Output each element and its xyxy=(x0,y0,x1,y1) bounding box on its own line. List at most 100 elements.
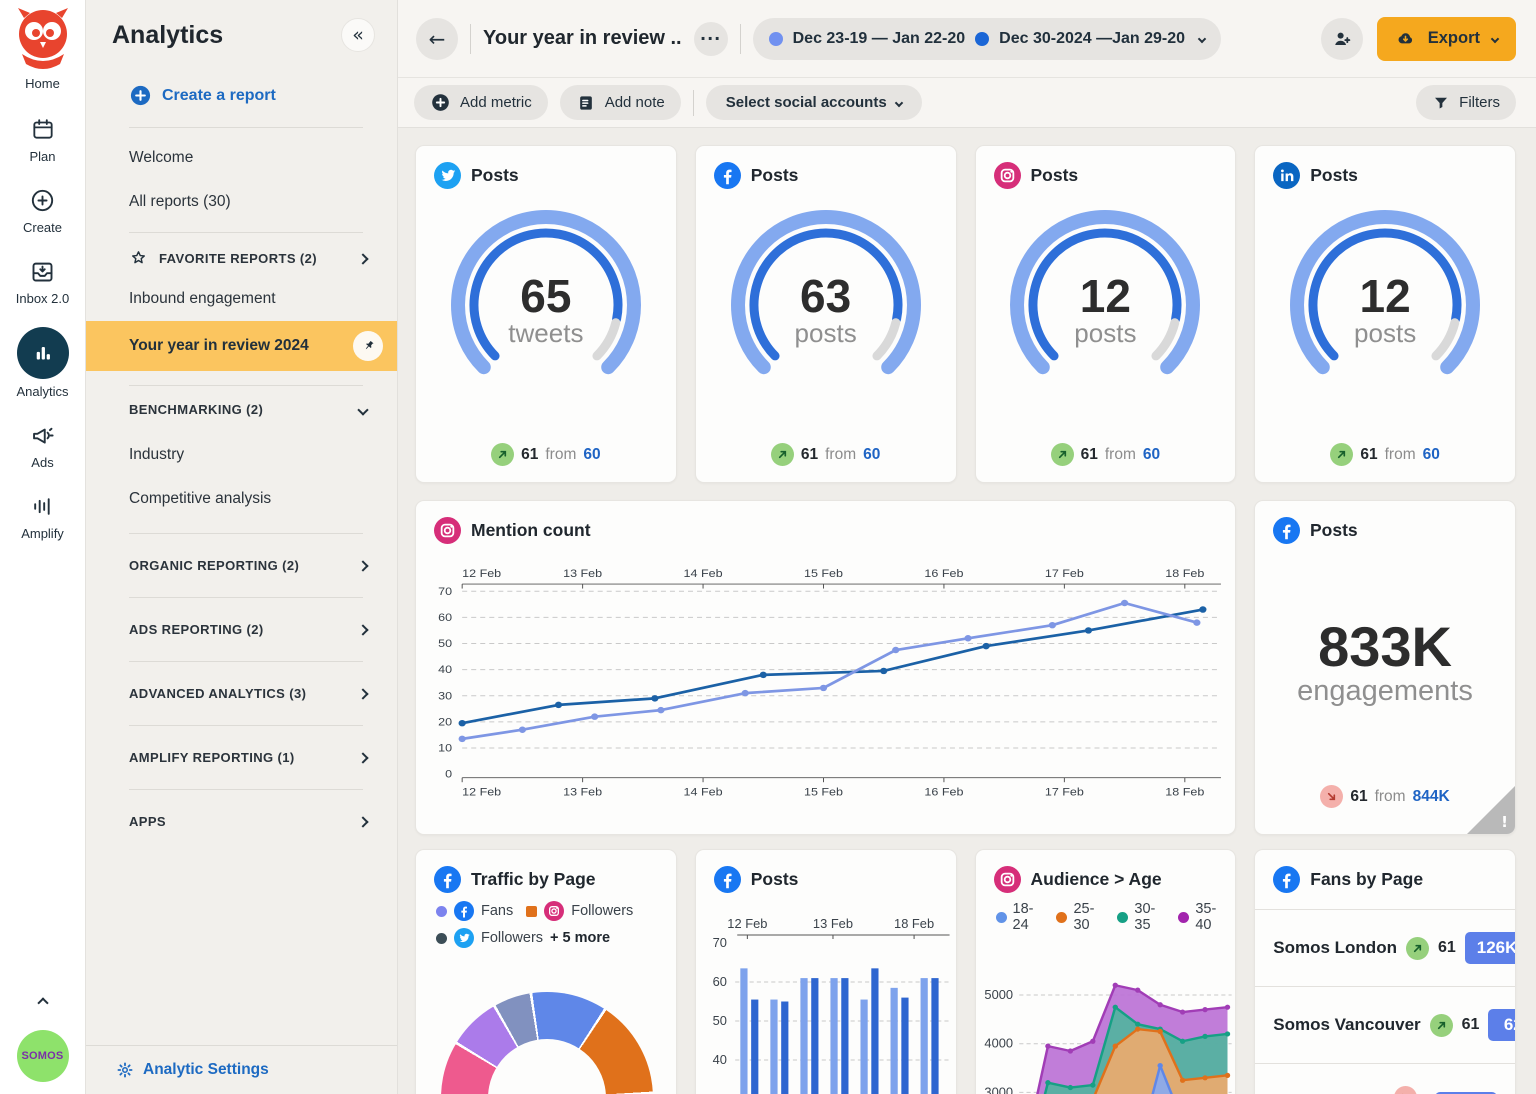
delta-from-value: 60 xyxy=(1423,446,1440,464)
card-title: Audience > Age xyxy=(1031,869,1162,890)
star-icon xyxy=(129,249,148,268)
add-metric-button[interactable]: Add metric xyxy=(414,85,548,120)
trend-up-icon xyxy=(491,443,514,466)
svg-text:10: 10 xyxy=(438,741,452,754)
sidebar-section-amplify-reporting[interactable]: AMPLIFY REPORTING (1) xyxy=(86,726,397,789)
instagram-posts-gauge-card[interactable]: Posts 12 posts 61 from 60 xyxy=(975,145,1237,483)
bottom-row: Traffic by Page Fans Followers xyxy=(415,849,1516,1094)
fans-by-page-card[interactable]: Fans by Page Somos London 61 126K Somos … xyxy=(1254,849,1516,1094)
sidebar-section-apps[interactable]: APPS xyxy=(86,790,397,853)
pushpin-icon xyxy=(361,339,376,354)
export-label: Export xyxy=(1428,29,1480,48)
gauge-value: 63 xyxy=(696,273,956,319)
chevron-up-icon xyxy=(37,997,48,1008)
create-report-label: Create a report xyxy=(162,87,276,105)
date-range-selector[interactable]: Dec 23-19 — Jan 22-20 Dec 30-2024 —Jan 2… xyxy=(753,18,1221,60)
facebook-posts-bar-card[interactable]: Posts 70605040302012 Feb13 Feb18 Feb xyxy=(695,849,957,1094)
sidebar-section-favorite-reports[interactable]: FAVORITE REPORTS (2) xyxy=(86,233,397,284)
warning-mark: ! xyxy=(1501,813,1508,831)
traffic-legend: Fans Followers Followers + 5 more xyxy=(416,899,676,948)
svg-text:20: 20 xyxy=(438,715,452,728)
svg-text:12 Feb: 12 Feb xyxy=(462,785,501,798)
sidebar-item-competitive-analysis[interactable]: Competitive analysis xyxy=(86,477,397,521)
person-add-icon xyxy=(1331,28,1353,50)
add-note-button[interactable]: Add note xyxy=(560,85,681,120)
hootsuite-logo[interactable] xyxy=(10,4,76,70)
export-button[interactable]: Export xyxy=(1377,17,1516,61)
sidebar-item-inbound-engagement[interactable]: Inbound engagement xyxy=(86,284,397,321)
legend-swatch xyxy=(1056,912,1067,923)
share-report-button[interactable] xyxy=(1321,18,1363,60)
facebook-engagements-card[interactable]: Posts 833K engagements 61 from 844K ! xyxy=(1254,500,1516,835)
delta-from-value: 60 xyxy=(583,446,600,464)
main-area: ← Your year in review .. ··· Dec 23-19 —… xyxy=(398,0,1536,1094)
chevron-down-icon xyxy=(1198,34,1206,42)
svg-text:60: 60 xyxy=(438,611,452,624)
fans-count-badge: 62K xyxy=(1488,1009,1516,1041)
sidebar-item-industry[interactable]: Industry xyxy=(86,433,397,477)
rail-item-inbox[interactable]: Inbox 2.0 xyxy=(16,256,70,306)
facebook-icon xyxy=(454,901,474,921)
range-b-dot xyxy=(975,32,989,46)
card-title: Posts xyxy=(1310,165,1358,186)
twitter-posts-gauge-card[interactable]: Posts 65 tweets 61 from 60 xyxy=(415,145,677,483)
delta-word: from xyxy=(825,446,856,464)
plus-circle-icon xyxy=(129,84,152,107)
sidebar-section-organic-reporting[interactable]: ORGANIC REPORTING (2) xyxy=(86,534,397,597)
rail-collapse-chevron[interactable] xyxy=(39,994,47,1012)
sidebar-item-welcome[interactable]: Welcome xyxy=(86,136,397,180)
linkedin-posts-gauge-card[interactable]: Posts 12 posts 61 from 60 xyxy=(1254,145,1516,483)
filters-button[interactable]: Filters xyxy=(1416,85,1516,120)
analytic-settings-button[interactable]: Analytic Settings xyxy=(86,1045,397,1094)
report-toolbar: Add metric Add note Select social accoun… xyxy=(398,77,1536,128)
svg-text:18 Feb: 18 Feb xyxy=(1165,785,1204,798)
legend-label: 18-24 xyxy=(1013,901,1043,933)
svg-text:13 Feb: 13 Feb xyxy=(563,567,602,580)
fans-count-badge: 126K xyxy=(1465,932,1516,964)
sidebar-section-ads-reporting[interactable]: ADS REPORTING (2) xyxy=(86,598,397,661)
mention-count-card[interactable]: Mention count 01020304050607012 Feb12 Fe… xyxy=(415,500,1236,835)
app-root: Home Plan Create Inbox 2.0 Analytics Ads… xyxy=(0,0,1536,1094)
sidebar-item-year-in-review[interactable]: Your year in review 2024 xyxy=(86,321,397,371)
delta-from-value: 60 xyxy=(863,446,880,464)
trend-down-icon xyxy=(1320,785,1343,808)
traffic-by-page-card[interactable]: Traffic by Page Fans Followers xyxy=(415,849,677,1094)
fans-row-somos-vancouver[interactable]: Somos Vancouver 61 62K xyxy=(1255,986,1515,1063)
sidebar-section-advanced-analytics[interactable]: ADVANCED ANALYTICS (3) xyxy=(86,662,397,725)
rail-item-amplify[interactable]: Amplify xyxy=(21,491,64,541)
card-title: Mention count xyxy=(471,520,591,541)
legend-label: 30-35 xyxy=(1134,901,1164,933)
select-social-accounts-button[interactable]: Select social accounts xyxy=(706,85,922,120)
legend-label: 25-30 xyxy=(1073,901,1103,933)
gauge-unit: posts xyxy=(976,319,1236,349)
sidebar-item-all-reports[interactable]: All reports (30) xyxy=(86,180,397,224)
card-title: Posts xyxy=(1031,165,1079,186)
fans-row-partial[interactable] xyxy=(1255,1063,1515,1094)
svg-text:12 Feb: 12 Feb xyxy=(462,567,501,580)
section-label: BENCHMARKING (2) xyxy=(129,402,263,417)
workspace-avatar[interactable]: SOMOS xyxy=(17,1030,69,1082)
facebook-posts-gauge-card[interactable]: Posts 63 posts 61 from 60 xyxy=(695,145,957,483)
svg-text:13 Feb: 13 Feb xyxy=(813,917,853,931)
legend-swatch xyxy=(436,933,447,944)
rail-label: Analytics xyxy=(16,384,68,399)
pin-button[interactable] xyxy=(353,331,383,361)
card-title: Posts xyxy=(1310,520,1358,541)
legend-label: Followers xyxy=(481,930,543,946)
rail-item-create[interactable]: Create xyxy=(23,185,62,235)
filters-label: Filters xyxy=(1459,94,1500,111)
more-options-button[interactable]: ··· xyxy=(694,22,728,56)
rail-label: Inbox 2.0 xyxy=(16,291,70,306)
rail-item-home[interactable]: Home xyxy=(25,76,60,91)
rail-item-analytics[interactable]: Analytics xyxy=(16,327,68,399)
back-button[interactable]: ← xyxy=(416,18,458,60)
sidebar-section-benchmarking[interactable]: BENCHMARKING (2) xyxy=(86,386,397,433)
gauge-unit: posts xyxy=(1255,319,1515,349)
rail-item-plan[interactable]: Plan xyxy=(28,114,58,164)
create-report-button[interactable]: Create a report xyxy=(86,58,397,127)
rail-item-ads[interactable]: Ads xyxy=(28,420,58,470)
audience-age-card[interactable]: Audience > Age 18-24 25-30 30-35 35-40 5… xyxy=(975,849,1237,1094)
fans-row-somos-london[interactable]: Somos London 61 126K xyxy=(1255,909,1515,986)
delta-value: 61 xyxy=(1360,446,1377,464)
sidebar-collapse-button[interactable]: « xyxy=(341,18,375,52)
